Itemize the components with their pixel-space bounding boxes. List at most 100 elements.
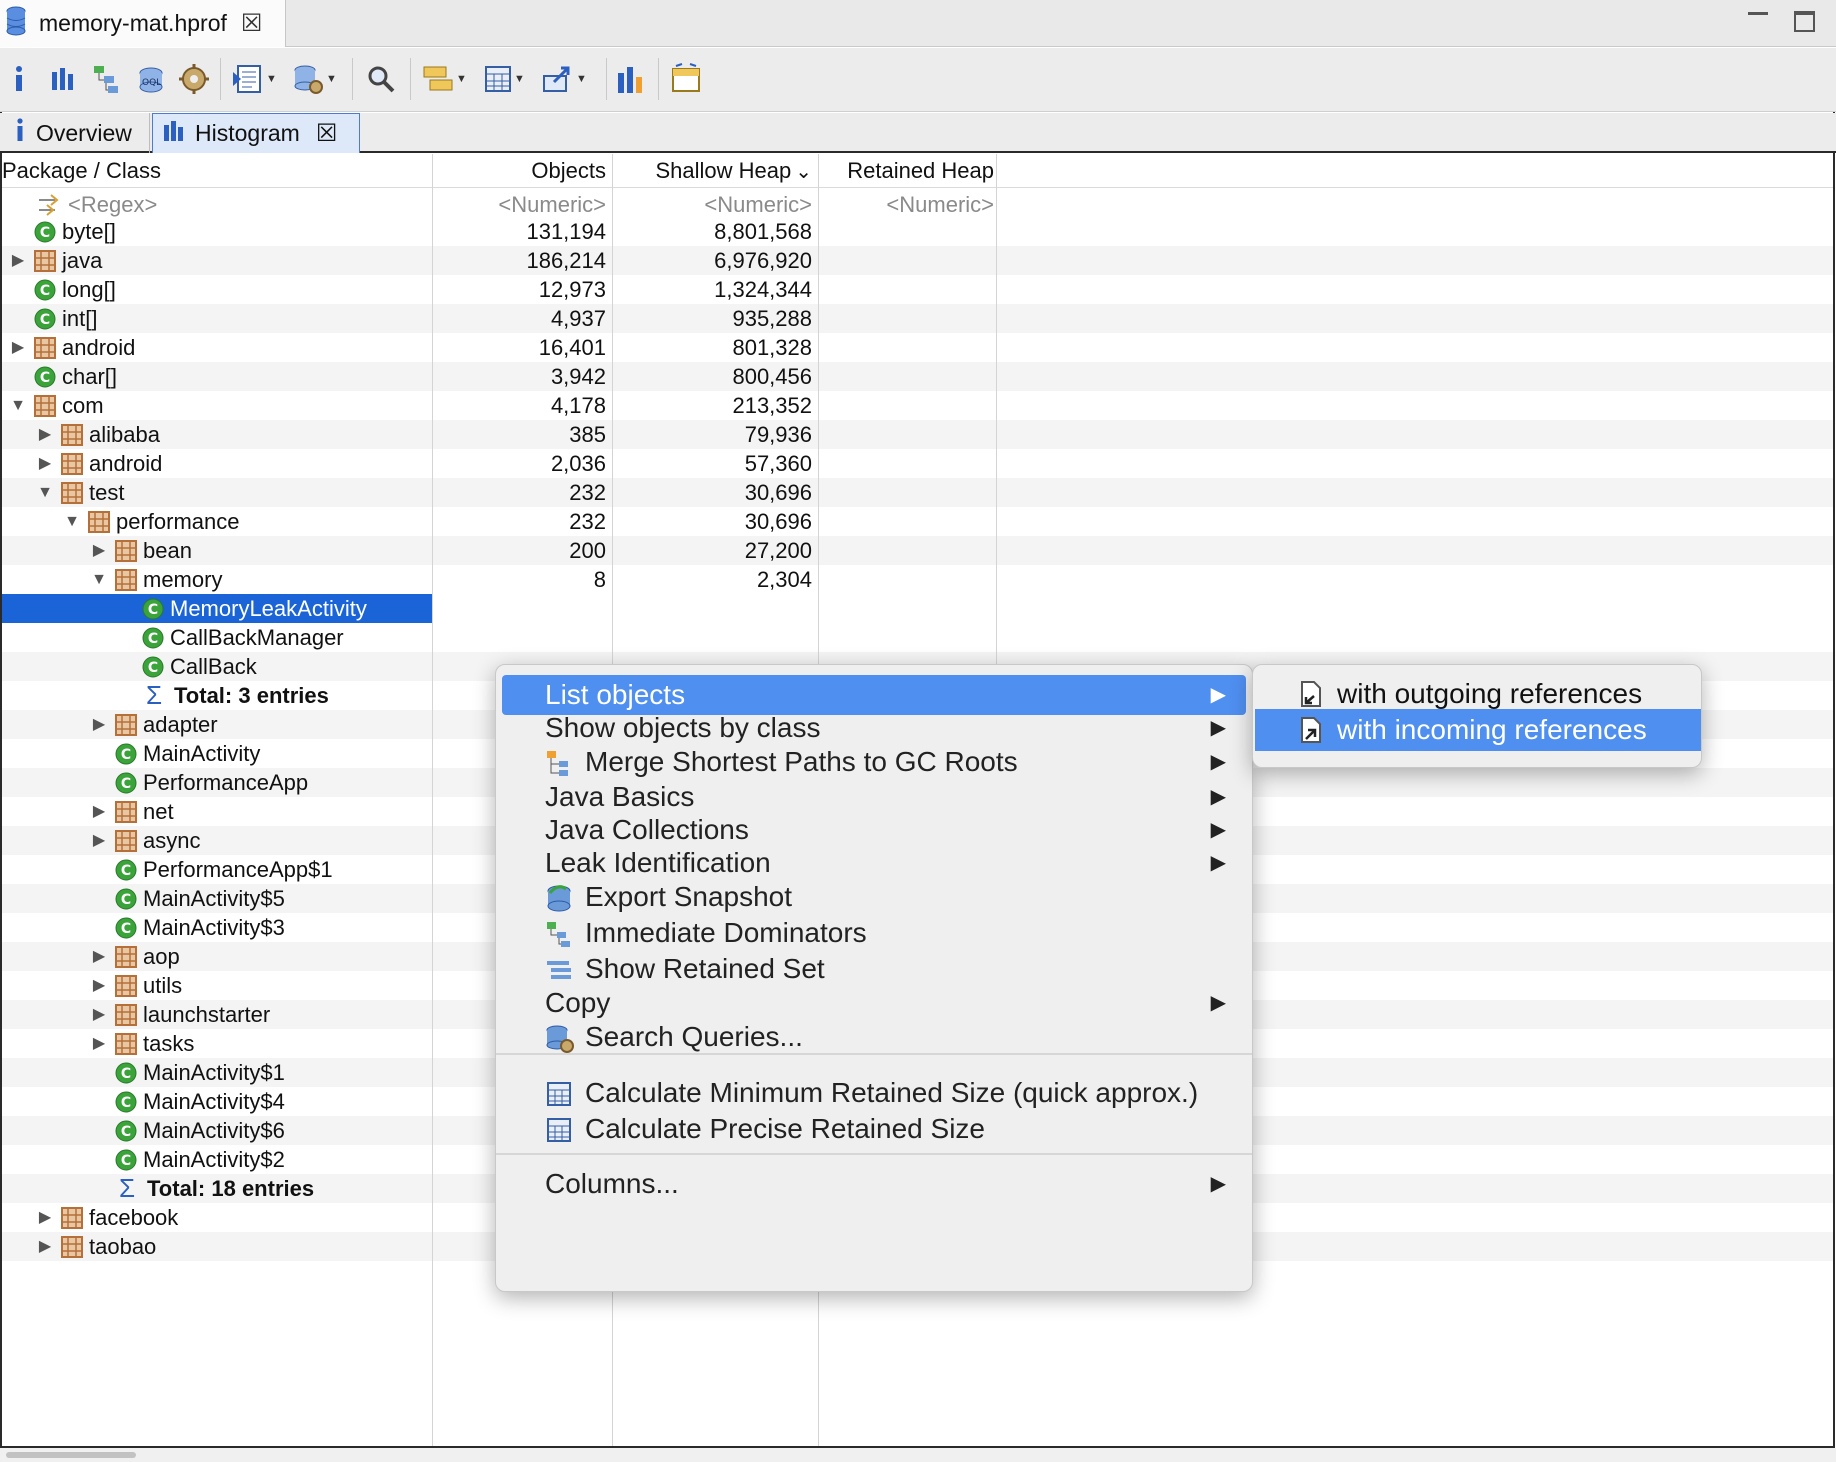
table-row[interactable]: ▶ android 2,036 57,360: [2, 449, 1833, 478]
expand-arrow-icon[interactable]: ▶: [91, 797, 107, 826]
table-row[interactable]: C MemoryLeakActivity: [2, 594, 432, 623]
table-row[interactable]: ▶ android 16,401 801,328: [2, 333, 1833, 362]
menu-item-columns[interactable]: Columns... ▶: [502, 1164, 1246, 1204]
expand-arrow-icon[interactable]: ▶: [91, 942, 107, 971]
collapse-arrow-icon[interactable]: ▼: [37, 478, 53, 507]
expand-arrow-icon[interactable]: ▶: [37, 1232, 53, 1261]
dropdown-arrow-icon[interactable]: ▼: [514, 73, 525, 85]
export-button[interactable]: ▼: [542, 62, 587, 96]
objects-cell: 16,401: [538, 335, 606, 360]
collapse-arrow-icon[interactable]: ▼: [64, 507, 80, 536]
menu-item-merge-shortest-paths-to-gc-roots[interactable]: Merge Shortest Paths to GC Roots ▶: [502, 742, 1246, 782]
menu-item-export-snapshot[interactable]: Export Snapshot: [502, 877, 1246, 917]
dropdown-arrow-icon[interactable]: ▼: [326, 73, 337, 85]
expand-arrow-icon[interactable]: ▶: [37, 420, 53, 449]
close-icon[interactable]: ☒: [316, 119, 338, 148]
collapse-arrow-icon[interactable]: ▼: [91, 565, 107, 594]
column-header-package-class[interactable]: Package / Class: [2, 154, 432, 188]
sort-descending-icon: ⌄: [795, 160, 812, 183]
class-icon: C: [34, 308, 56, 330]
close-icon[interactable]: ☒: [241, 9, 263, 38]
menu-separator: [496, 1153, 1252, 1155]
dropdown-arrow-icon[interactable]: ▼: [576, 73, 587, 85]
filter-icon: [36, 192, 62, 218]
tab-overview[interactable]: Overview: [0, 113, 150, 153]
row-name: int[]: [62, 306, 98, 331]
submenu-item-label: with incoming references: [1337, 714, 1647, 745]
layout-button[interactable]: [670, 62, 702, 96]
shallow-heap-cell: 57,360: [744, 451, 812, 476]
menu-item-calculate-precise-retained-size[interactable]: Calculate Precise Retained Size: [502, 1109, 1246, 1149]
row-name-cell: Clong[]: [10, 275, 116, 304]
compare-button[interactable]: [616, 62, 646, 96]
table-row[interactable]: Cchar[] 3,942 800,456: [2, 362, 1833, 391]
find-object-button[interactable]: [366, 62, 396, 96]
column-header-objects[interactable]: Objects: [432, 154, 610, 188]
table-row[interactable]: ▶ java 186,214 6,976,920: [2, 246, 1833, 275]
row-name: Total: 18 entries: [147, 1176, 315, 1201]
dropdown-arrow-icon[interactable]: ▼: [266, 73, 277, 85]
package-icon: [115, 568, 137, 591]
info-button[interactable]: [12, 62, 26, 96]
row-name-cell: C MainActivity$1: [91, 1058, 285, 1087]
expand-arrow-icon[interactable]: ▶: [91, 826, 107, 855]
expand-arrow-icon[interactable]: ▶: [37, 449, 53, 478]
submenu-item-with-incoming-references[interactable]: with incoming references: [1255, 709, 1701, 751]
run-report-button[interactable]: ▼: [232, 62, 277, 96]
table-row[interactable]: ▼ test 232 30,696: [2, 478, 1833, 507]
objects-cell: 12,973: [538, 277, 606, 302]
thread-overview-button[interactable]: [178, 62, 210, 96]
row-name-cell: C MemoryLeakActivity: [118, 594, 367, 623]
table-row[interactable]: ▶ alibaba 385 79,936: [2, 420, 1833, 449]
dropdown-arrow-icon[interactable]: ▼: [456, 73, 467, 85]
menu-item-search-queries[interactable]: Search Queries...: [502, 1017, 1246, 1057]
svg-text:C: C: [121, 863, 131, 879]
table-row[interactable]: C CallBackManager: [2, 623, 1833, 652]
expand-arrow-icon[interactable]: ▶: [91, 1029, 107, 1058]
row-name: MainActivity$3: [143, 915, 285, 940]
expand-arrow-icon[interactable]: ▶: [91, 1000, 107, 1029]
group-by-button[interactable]: ▼: [422, 62, 467, 96]
svg-text:C: C: [121, 1066, 131, 1082]
shallow-heap-cell: 935,288: [732, 306, 812, 331]
expand-arrow-icon[interactable]: ▶: [91, 536, 107, 565]
row-name-cell: ▼ memory: [91, 565, 222, 594]
table-row[interactable]: Cint[] 4,937 935,288: [2, 304, 1833, 333]
query-browser-button[interactable]: ▼: [292, 62, 337, 96]
row-name-cell: ▶ taobao: [37, 1232, 156, 1261]
table-row[interactable]: Clong[] 12,973 1,324,344: [2, 275, 1833, 304]
submenu-arrow-icon: ▶: [1210, 1173, 1226, 1195]
column-header-retained-heap[interactable]: Retained Heap: [818, 154, 996, 188]
list-objects-submenu: with outgoing references with incoming re…: [1252, 664, 1702, 768]
expand-arrow-icon[interactable]: ▶: [91, 971, 107, 1000]
oql-button[interactable]: OQL: [136, 62, 166, 96]
collapse-arrow-icon[interactable]: ▼: [10, 391, 26, 420]
table-row[interactable]: ▼ memory 8 2,304: [2, 565, 1833, 594]
expand-arrow-icon[interactable]: ▶: [10, 333, 26, 362]
expand-arrow-icon[interactable]: ▶: [37, 1203, 53, 1232]
maximize-icon[interactable]: [1794, 11, 1815, 32]
menu-item-calculate-minimum-retained-size-quick-approx[interactable]: Calculate Minimum Retained Size (quick a…: [502, 1073, 1246, 1113]
column-header-shallow-heap[interactable]: Shallow Heap ⌄: [612, 154, 818, 188]
row-name: facebook: [89, 1205, 179, 1230]
dominator-tree-icon: [94, 66, 118, 93]
tab-histogram[interactable]: Histogram ☒: [152, 113, 360, 153]
class-icon: C: [34, 366, 56, 388]
calculator-icon: [544, 1079, 574, 1109]
table-row[interactable]: ▼ performance 232 30,696: [2, 507, 1833, 536]
row-name: MainActivity$2: [143, 1147, 285, 1172]
dominator-tree-button[interactable]: [92, 62, 122, 96]
menu-item-immediate-dominators[interactable]: Immediate Dominators: [502, 913, 1246, 953]
table-row[interactable]: Cbyte[] 131,194 8,801,568: [2, 217, 1833, 246]
row-name-cell: Cchar[]: [10, 362, 117, 391]
expand-arrow-icon[interactable]: ▶: [91, 710, 107, 739]
histogram-button[interactable]: [50, 62, 76, 96]
minimize-icon[interactable]: [1748, 8, 1768, 15]
table-row[interactable]: ▶ bean 200 27,200: [2, 536, 1833, 565]
editor-tab-memory-mat[interactable]: memory-mat.hprof ☒: [0, 0, 286, 47]
table-row[interactable]: ▼ com 4,178 213,352: [2, 391, 1833, 420]
export-snapshot-icon: [544, 883, 574, 913]
expand-arrow-icon[interactable]: ▶: [10, 246, 26, 275]
horizontal-scrollbar[interactable]: [0, 1448, 1836, 1462]
calculate-button[interactable]: ▼: [484, 62, 525, 96]
